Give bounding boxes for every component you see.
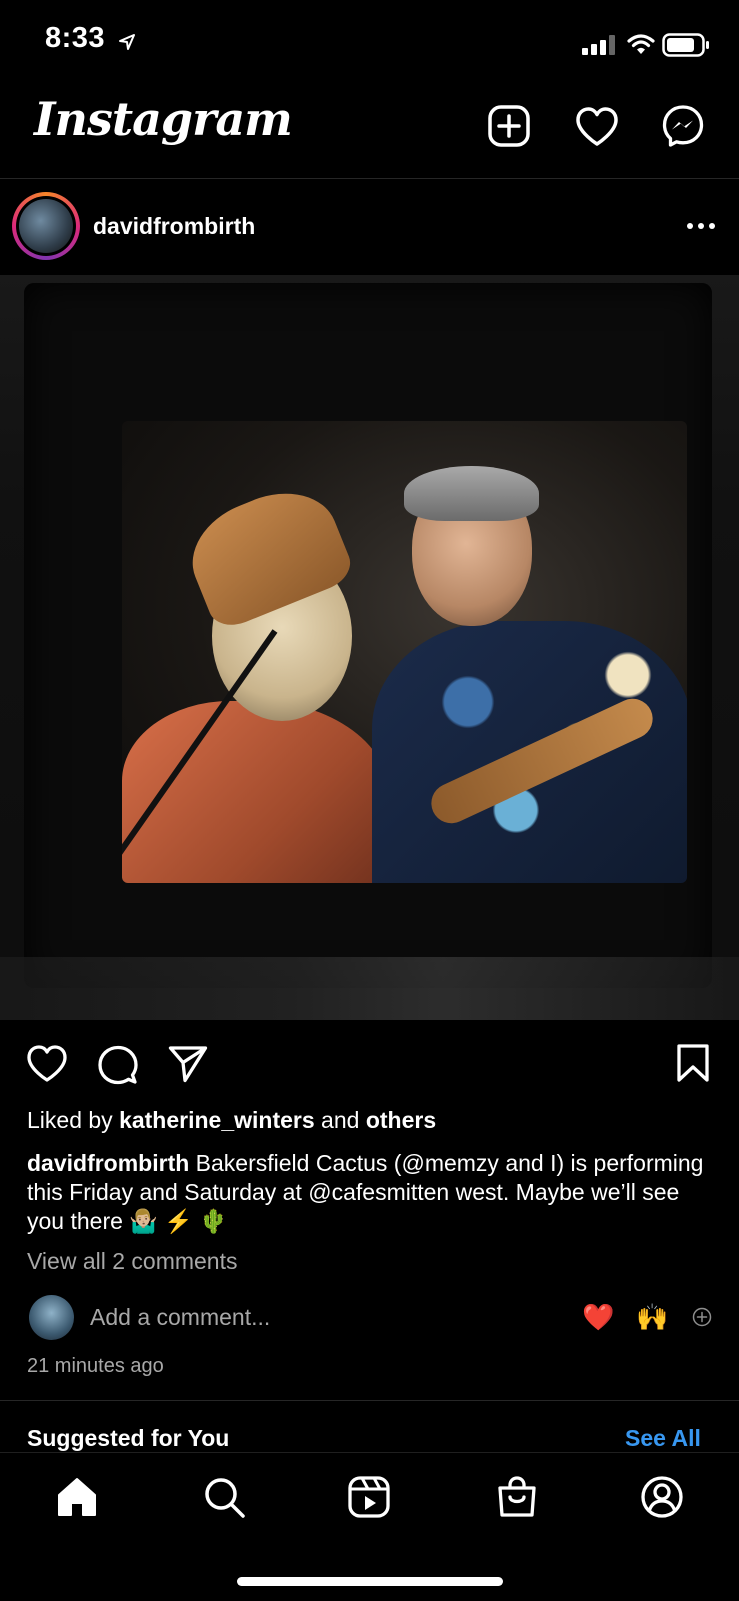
battery-icon [662, 33, 709, 57]
status-time: 8:33 [45, 22, 106, 54]
location-arrow-icon [119, 34, 135, 50]
shop-icon[interactable] [495, 1475, 539, 1519]
likes-middle: and [314, 1107, 366, 1133]
likes-prefix: Liked by [27, 1107, 120, 1133]
add-reaction-icon[interactable] [692, 1307, 712, 1327]
quick-reaction-heart[interactable]: ❤️ [582, 1302, 614, 1333]
more-options-icon[interactable] [686, 222, 716, 230]
caption-username[interactable]: davidfrombirth [27, 1150, 189, 1176]
messenger-icon[interactable] [662, 105, 704, 147]
quick-reaction-hands[interactable]: 🙌 [636, 1302, 668, 1333]
section-divider [0, 1400, 739, 1401]
post-photo[interactable] [0, 275, 739, 1020]
liked-by-username[interactable]: katherine_winters [119, 1107, 315, 1133]
post-timestamp: 21 minutes ago [27, 1355, 164, 1377]
header-divider [0, 178, 739, 179]
post-caption: davidfrombirth Bakersfield Cactus (@memz… [27, 1149, 717, 1236]
post-author-avatar[interactable] [19, 199, 73, 253]
new-post-icon[interactable] [488, 105, 530, 147]
photo-figure-man-hair [404, 466, 539, 521]
photo-content [122, 421, 687, 883]
current-user-avatar [29, 1295, 74, 1340]
comment-icon[interactable] [98, 1045, 138, 1085]
add-comment-input[interactable]: Add a comment... [90, 1304, 270, 1331]
cellular-signal-icon [582, 35, 615, 55]
likes-others-link[interactable]: others [366, 1107, 436, 1133]
like-icon[interactable] [26, 1045, 68, 1083]
instagram-logo[interactable]: Instagram [34, 92, 293, 146]
reels-icon[interactable] [347, 1475, 391, 1519]
see-all-link[interactable]: See All [625, 1425, 701, 1452]
suggested-for-you-heading: Suggested for You [27, 1425, 230, 1451]
likes-summary[interactable]: Liked by katherine_winters and others [27, 1106, 436, 1135]
home-icon[interactable] [55, 1475, 99, 1519]
profile-icon[interactable] [640, 1475, 684, 1519]
activity-heart-icon[interactable] [575, 107, 619, 147]
wifi-icon [627, 34, 655, 54]
search-icon[interactable] [202, 1475, 246, 1519]
photo-bottom-strip [0, 957, 739, 1020]
save-icon[interactable] [676, 1043, 710, 1083]
share-icon[interactable] [168, 1045, 208, 1083]
post-username[interactable]: davidfrombirth [93, 213, 255, 240]
view-all-comments-link[interactable]: View all 2 comments [27, 1247, 238, 1276]
photo-frame [24, 283, 712, 988]
home-indicator[interactable] [237, 1577, 503, 1586]
